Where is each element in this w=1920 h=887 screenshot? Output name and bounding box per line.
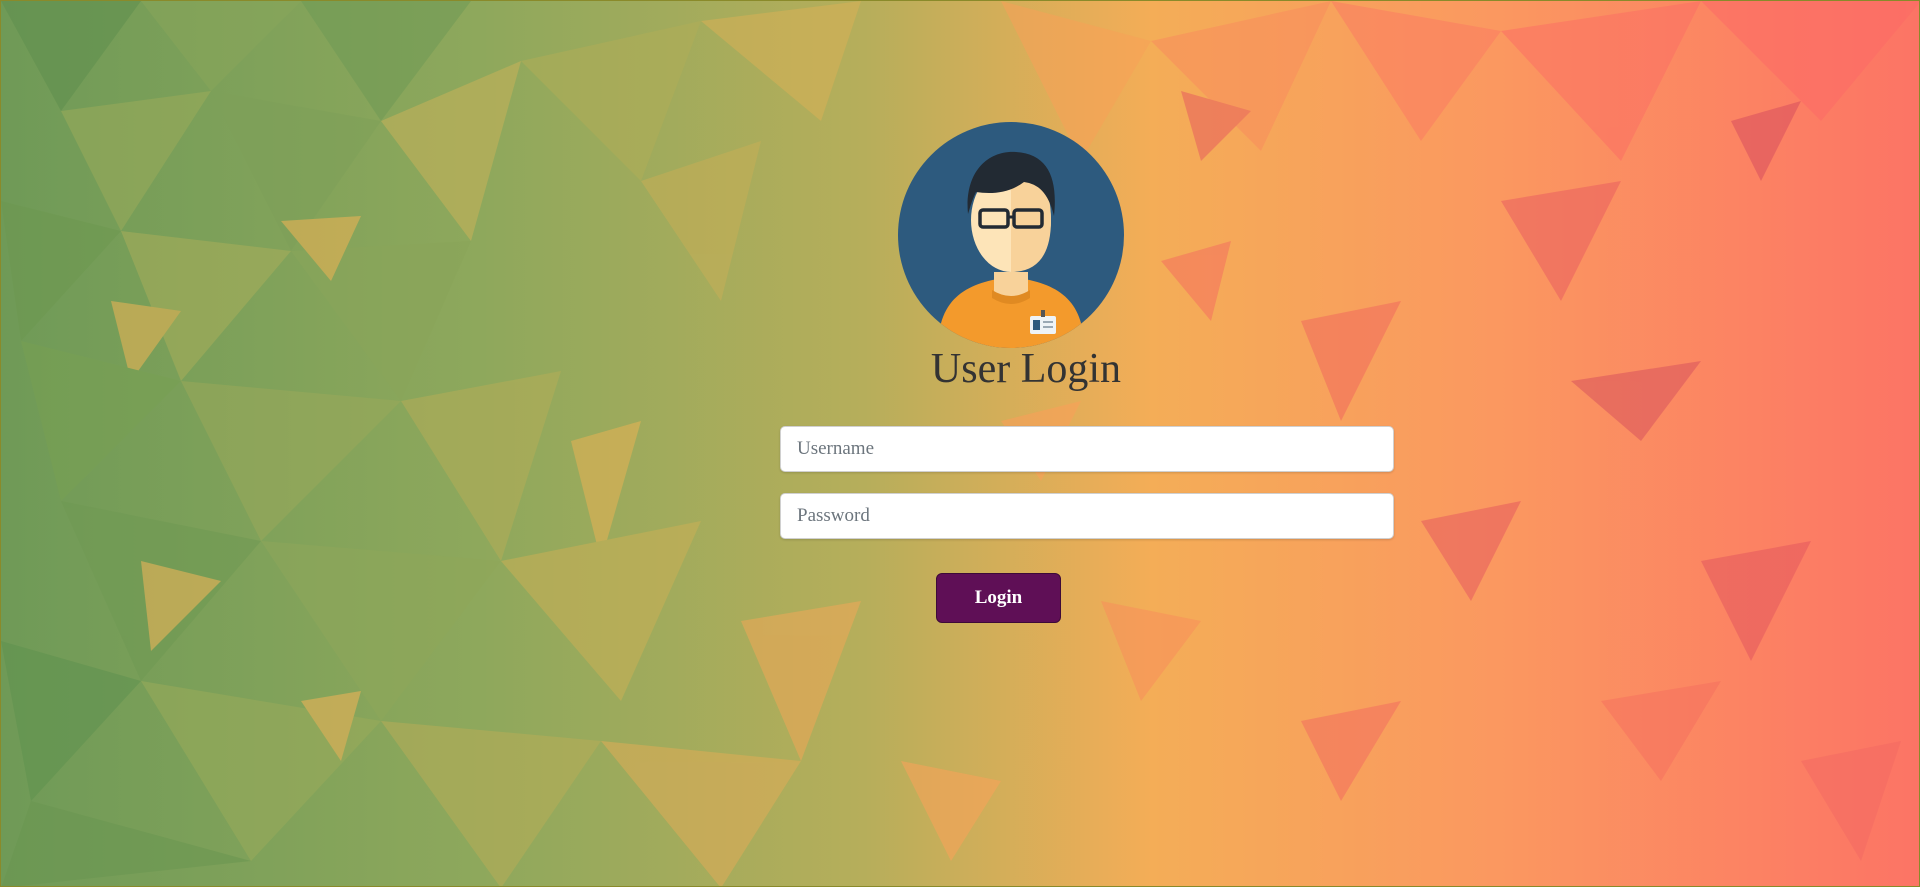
login-page: User Login Login xyxy=(0,0,1920,887)
page-title: User Login xyxy=(930,346,1122,392)
user-avatar-icon xyxy=(898,122,1124,348)
password-input[interactable] xyxy=(780,493,1394,539)
username-input[interactable] xyxy=(780,426,1394,472)
login-button[interactable]: Login xyxy=(936,573,1061,623)
